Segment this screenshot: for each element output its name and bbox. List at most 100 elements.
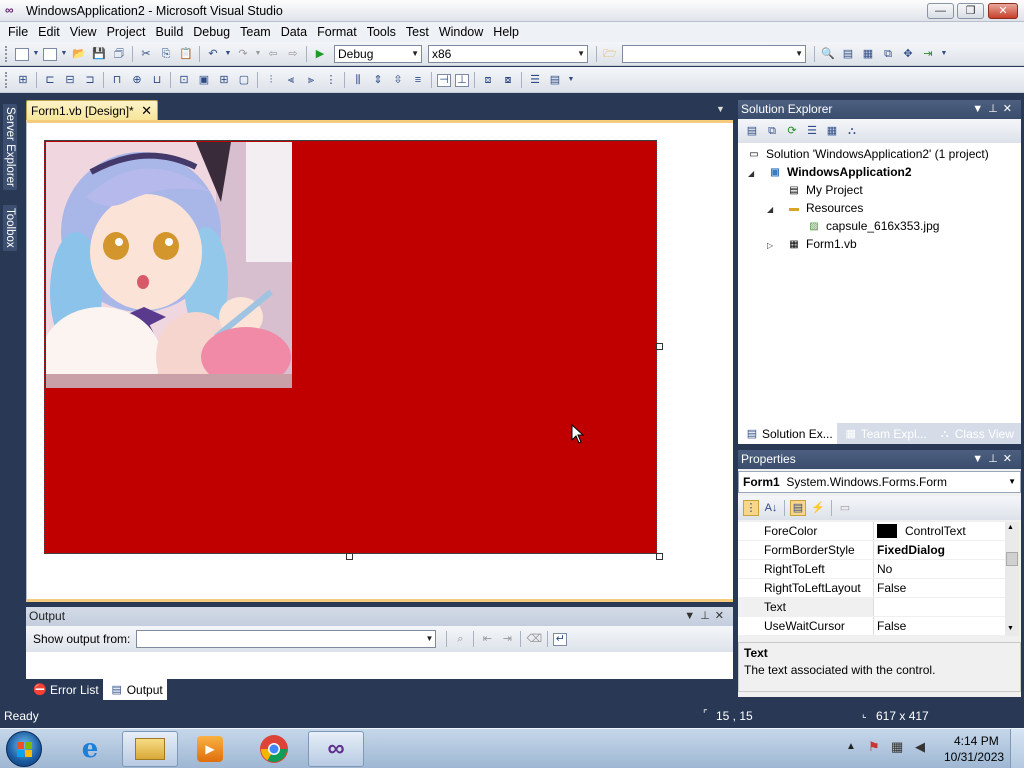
expand-arrow-icon[interactable]: ▷: [767, 241, 773, 250]
menu-debug[interactable]: Debug: [188, 22, 235, 42]
refresh-icon[interactable]: ⟳: [784, 123, 800, 139]
clear-all-icon[interactable]: ⌫: [526, 631, 543, 647]
chevron-down-icon[interactable]: ▼: [255, 46, 262, 62]
next-message-icon[interactable]: ⇥: [499, 631, 515, 647]
save-all-icon[interactable]: 🗇: [111, 46, 127, 62]
internet-explorer-icon[interactable]: e: [62, 731, 118, 767]
window-position-icon[interactable]: ▼: [972, 453, 988, 465]
events-icon[interactable]: ⚡: [810, 500, 826, 516]
cut-icon[interactable]: ✂: [138, 46, 154, 62]
view-designer-icon[interactable]: ▦: [824, 123, 840, 139]
minimize-button[interactable]: —: [927, 3, 954, 19]
property-row-righttoleft[interactable]: RightToLeft No: [738, 560, 1005, 579]
server-explorer-tab[interactable]: Server Explorer: [3, 104, 17, 190]
categorized-icon[interactable]: ⋮: [743, 500, 759, 516]
show-hidden-icons-icon[interactable]: ▲: [846, 741, 856, 752]
solution-configuration-dropdown[interactable]: Debug ▼: [334, 45, 422, 63]
vertical-spacing-equal-icon[interactable]: ⫼: [350, 72, 366, 88]
tree-item-project[interactable]: ▣ WindowsApplication2: [767, 163, 911, 181]
tab-team-explorer[interactable]: ▦ Team Expl...: [837, 423, 931, 444]
media-player-icon[interactable]: ▶: [182, 731, 238, 767]
scroll-up-icon[interactable]: ▲: [1007, 524, 1014, 531]
menu-help[interactable]: Help: [488, 22, 524, 42]
align-middles-icon[interactable]: ⊕: [129, 72, 145, 88]
menu-window[interactable]: Window: [434, 22, 488, 42]
align-tops-icon[interactable]: ⊓: [109, 72, 125, 88]
new-project-icon[interactable]: [15, 47, 29, 61]
send-to-back-icon[interactable]: ⧇: [500, 72, 516, 88]
navigate-backward-icon[interactable]: ⇦: [265, 46, 281, 62]
property-pages-icon[interactable]: ▭: [837, 500, 853, 516]
pin-icon[interactable]: ⊥: [988, 103, 1003, 115]
file-explorer-icon[interactable]: [122, 731, 178, 767]
horizontal-spacing-decrease-icon[interactable]: ⫸: [303, 72, 319, 88]
collapse-arrow-icon[interactable]: ◢: [748, 169, 754, 178]
properties-window-icon[interactable]: ▦: [860, 46, 876, 62]
output-source-dropdown[interactable]: ▼: [136, 630, 437, 648]
toolbar-grip[interactable]: [5, 46, 10, 62]
find-combo[interactable]: ▼: [622, 45, 806, 63]
save-icon[interactable]: 💾: [91, 46, 107, 62]
menu-data[interactable]: Data: [276, 22, 312, 42]
add-item-icon[interactable]: [43, 47, 57, 61]
copy-icon[interactable]: ⎘: [158, 46, 174, 62]
property-row-righttoleftlayout[interactable]: RightToLeftLayout False: [738, 579, 1005, 598]
solution-explorer-icon[interactable]: ▤: [840, 46, 856, 62]
window-position-icon[interactable]: ▼: [684, 610, 700, 622]
close-icon[interactable]: ✕: [1003, 453, 1017, 465]
tree-item-my-project[interactable]: ▤ My Project: [786, 181, 862, 199]
chevron-down-icon[interactable]: ▼: [940, 46, 948, 62]
pin-icon[interactable]: ⊥: [988, 453, 1003, 465]
tree-item-resources[interactable]: ▬ Resources: [786, 199, 863, 217]
menu-test[interactable]: Test: [401, 22, 434, 42]
property-row-formborderstyle[interactable]: FormBorderStyle FixedDialog: [738, 541, 1005, 560]
align-lefts-icon[interactable]: ⊏: [42, 72, 58, 88]
align-bottoms-icon[interactable]: ⊔: [149, 72, 165, 88]
clock-date[interactable]: 10/31/2023: [944, 750, 1004, 764]
tab-order-icon[interactable]: ☰: [527, 72, 543, 88]
scroll-down-icon[interactable]: ▼: [1007, 625, 1014, 632]
vertical-spacing-decrease-icon[interactable]: ⇳: [390, 72, 406, 88]
make-same-height-icon[interactable]: ⊞: [216, 72, 232, 88]
chevron-down-icon[interactable]: ▼: [61, 46, 68, 62]
horizontal-spacing-remove-icon[interactable]: ⋮: [323, 72, 339, 88]
menu-project[interactable]: Project: [102, 22, 151, 42]
close-tab-icon[interactable]: ✕: [141, 103, 152, 119]
object-browser-icon[interactable]: ⧉: [880, 46, 896, 62]
toolbox-icon[interactable]: ✥: [900, 46, 916, 62]
properties-view-icon[interactable]: ▤: [790, 500, 806, 516]
maximize-button[interactable]: ❐: [957, 3, 984, 19]
view-code-icon[interactable]: ☰: [804, 123, 820, 139]
property-row-forecolor[interactable]: ForeColor ControlText: [738, 522, 1005, 541]
previous-message-icon[interactable]: ⇤: [479, 631, 495, 647]
menu-tools[interactable]: Tools: [362, 22, 401, 42]
toolbar-grip[interactable]: [5, 72, 10, 88]
property-grid-scrollbar[interactable]: ▲ ▼: [1005, 522, 1019, 636]
solution-platform-dropdown[interactable]: x86 ▼: [428, 45, 588, 63]
resize-handle-bottom[interactable]: [346, 553, 353, 560]
undo-icon[interactable]: ↶: [205, 46, 221, 62]
tab-solution-explorer[interactable]: ▤ Solution Ex...: [738, 423, 837, 444]
center-horizontally-icon[interactable]: ⊣: [437, 73, 451, 87]
picture-box-image[interactable]: [41, 142, 292, 407]
network-icon[interactable]: ▦: [891, 739, 903, 755]
chevron-down-icon[interactable]: ▼: [33, 46, 40, 62]
menu-team[interactable]: Team: [235, 22, 276, 42]
paste-icon[interactable]: 📋: [178, 46, 194, 62]
window-position-icon[interactable]: ▼: [972, 103, 988, 115]
pin-icon[interactable]: ⊥: [700, 610, 715, 622]
align-to-grid-icon[interactable]: ⊞: [15, 72, 31, 88]
scrollbar-thumb[interactable]: [1006, 552, 1018, 566]
menu-view[interactable]: View: [65, 22, 102, 42]
horizontal-spacing-increase-icon[interactable]: ⫷: [283, 72, 299, 88]
visual-studio-taskbar-icon[interactable]: ∞: [308, 731, 364, 767]
menu-edit[interactable]: Edit: [33, 22, 65, 42]
find-in-files-icon[interactable]: 🗁: [602, 46, 618, 62]
document-list-dropdown-icon[interactable]: ▼: [716, 104, 725, 114]
vertical-spacing-remove-icon[interactable]: ≡: [410, 72, 426, 88]
clock-time[interactable]: 4:14 PM: [954, 734, 999, 748]
chrome-icon[interactable]: [246, 731, 302, 767]
close-button[interactable]: ✕: [988, 3, 1018, 19]
collapse-arrow-icon[interactable]: ◢: [767, 205, 773, 214]
form1-design-surface[interactable]: [41, 140, 657, 554]
